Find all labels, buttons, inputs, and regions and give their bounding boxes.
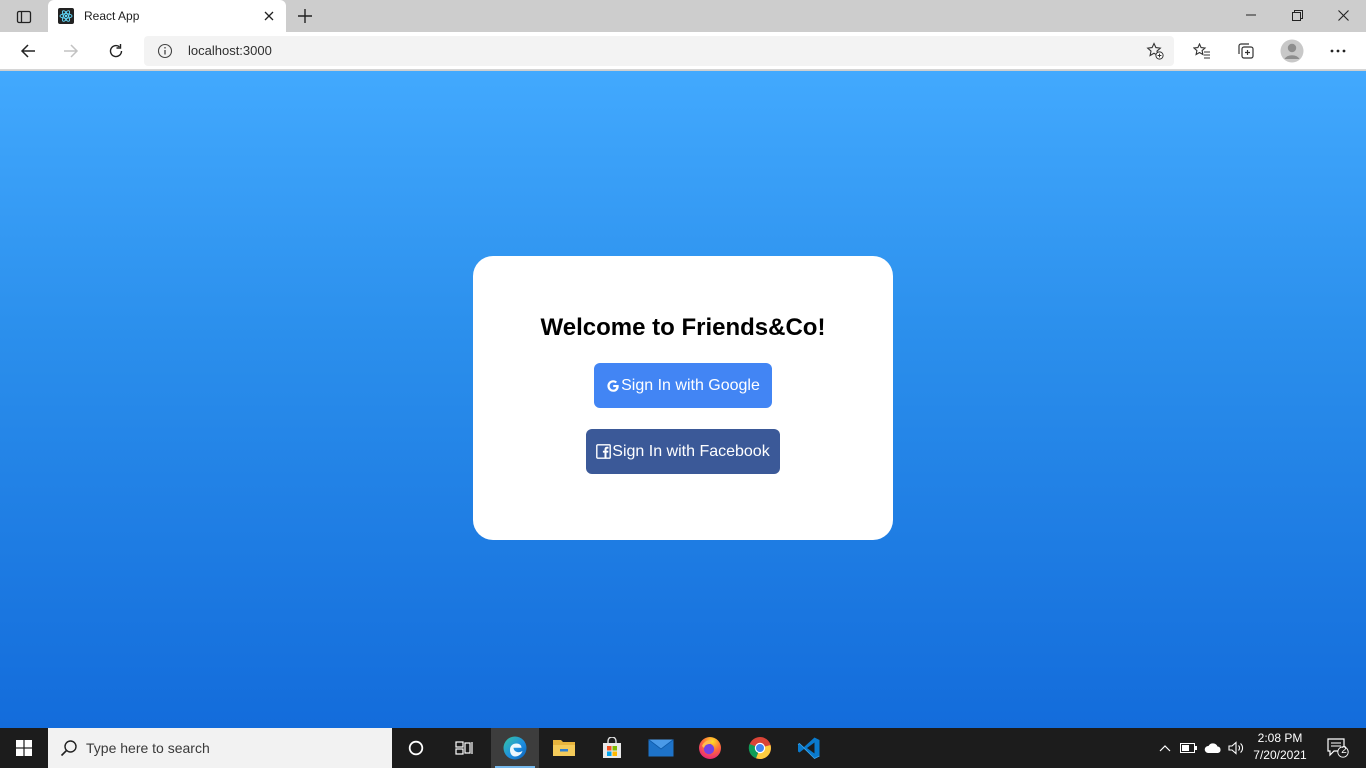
- windows-taskbar: Type here to search 2:08 PM 7/20/2021 2: [0, 728, 1366, 768]
- mail-taskbar-button[interactable]: [637, 728, 685, 768]
- ellipsis-icon: [1330, 49, 1346, 53]
- google-icon: [606, 379, 620, 393]
- vscode-taskbar-button[interactable]: [785, 728, 833, 768]
- firefox-taskbar-button[interactable]: [686, 728, 734, 768]
- chevron-up-icon: [1159, 745, 1171, 752]
- clock-date: 7/20/2021: [1253, 748, 1307, 762]
- facebook-icon: [596, 444, 612, 459]
- back-button[interactable]: [12, 36, 44, 66]
- firefox-icon: [699, 737, 721, 759]
- mail-icon: [648, 739, 674, 757]
- forward-button[interactable]: [55, 36, 87, 66]
- close-icon: [1337, 9, 1349, 21]
- forward-arrow-icon: [64, 44, 79, 58]
- battery-button[interactable]: [1178, 728, 1200, 768]
- tab-actions-button[interactable]: [8, 6, 40, 28]
- address-url[interactable]: localhost:3000: [188, 43, 272, 58]
- onedrive-button[interactable]: [1202, 728, 1224, 768]
- windows-logo-icon: [16, 740, 32, 756]
- refresh-icon: [109, 44, 123, 58]
- facebook-sign-in-button[interactable]: Sign In with Facebook: [586, 429, 780, 474]
- favorites-button[interactable]: [1186, 36, 1218, 66]
- close-window-button[interactable]: [1320, 0, 1366, 30]
- site-info-icon[interactable]: [154, 41, 176, 61]
- search-icon: [60, 740, 77, 757]
- collections-icon: [1238, 43, 1254, 59]
- settings-more-button[interactable]: [1322, 36, 1354, 66]
- sign-in-card: Welcome to Friends&Co! Sign In with Goog…: [473, 256, 893, 540]
- favorites-icon: [1193, 43, 1210, 59]
- search-placeholder: Type here to search: [86, 740, 210, 756]
- browser-toolbar: localhost:3000: [0, 32, 1366, 70]
- page-viewport: Welcome to Friends&Co! Sign In with Goog…: [0, 71, 1366, 728]
- add-favorite-button[interactable]: [1142, 39, 1168, 63]
- store-taskbar-button[interactable]: [588, 728, 636, 768]
- clock-time: 2:08 PM: [1257, 731, 1303, 745]
- restore-icon: [1291, 9, 1303, 21]
- taskbar-clock[interactable]: 2:08 PM 7/20/2021: [1246, 730, 1314, 766]
- notification-count: 2: [1341, 745, 1347, 756]
- store-icon: [603, 737, 621, 758]
- tab-close-button[interactable]: [256, 3, 282, 29]
- restore-button[interactable]: [1274, 0, 1320, 30]
- react-favicon-icon: [58, 8, 74, 24]
- minimize-icon: [1246, 14, 1256, 16]
- cortana-icon: [408, 740, 424, 756]
- speaker-icon: [1228, 741, 1243, 755]
- tab-react-app[interactable]: React App: [48, 0, 286, 32]
- edge-icon: [503, 736, 527, 760]
- tab-strip: React App: [0, 0, 1366, 32]
- avatar-icon: [1280, 39, 1304, 63]
- facebook-button-label: Sign In with Facebook: [612, 442, 770, 460]
- file-explorer-taskbar-button[interactable]: [540, 728, 588, 768]
- collections-button[interactable]: [1230, 36, 1262, 66]
- show-hidden-icons-button[interactable]: [1154, 728, 1176, 768]
- google-sign-in-button[interactable]: Sign In with Google: [594, 363, 772, 408]
- welcome-heading: Welcome to Friends&Co!: [540, 314, 826, 341]
- edge-taskbar-button[interactable]: [491, 728, 539, 768]
- file-explorer-icon: [553, 740, 575, 756]
- minimize-button[interactable]: [1228, 0, 1274, 30]
- cortana-button[interactable]: [392, 728, 440, 768]
- action-center-button[interactable]: 2: [1318, 728, 1358, 768]
- address-bar[interactable]: localhost:3000: [144, 36, 1174, 66]
- chrome-icon: [748, 737, 771, 760]
- tab-actions-icon: [16, 10, 32, 24]
- new-tab-button[interactable]: [292, 4, 318, 28]
- profile-button[interactable]: [1276, 36, 1308, 66]
- star-add-icon: [1146, 42, 1164, 60]
- volume-button[interactable]: [1226, 728, 1248, 768]
- chrome-taskbar-button[interactable]: [736, 728, 784, 768]
- cloud-icon: [1204, 743, 1221, 753]
- refresh-button[interactable]: [100, 36, 132, 66]
- task-view-button[interactable]: [440, 728, 488, 768]
- battery-icon: [1180, 743, 1197, 753]
- tab-title: React App: [84, 9, 140, 23]
- back-arrow-icon: [20, 44, 35, 58]
- start-button[interactable]: [0, 728, 48, 768]
- taskbar-search[interactable]: Type here to search: [48, 728, 392, 768]
- close-icon: [264, 11, 274, 21]
- vscode-icon: [797, 737, 820, 759]
- google-button-label: Sign In with Google: [621, 376, 760, 394]
- task-view-icon: [455, 741, 473, 755]
- plus-icon: [298, 9, 312, 23]
